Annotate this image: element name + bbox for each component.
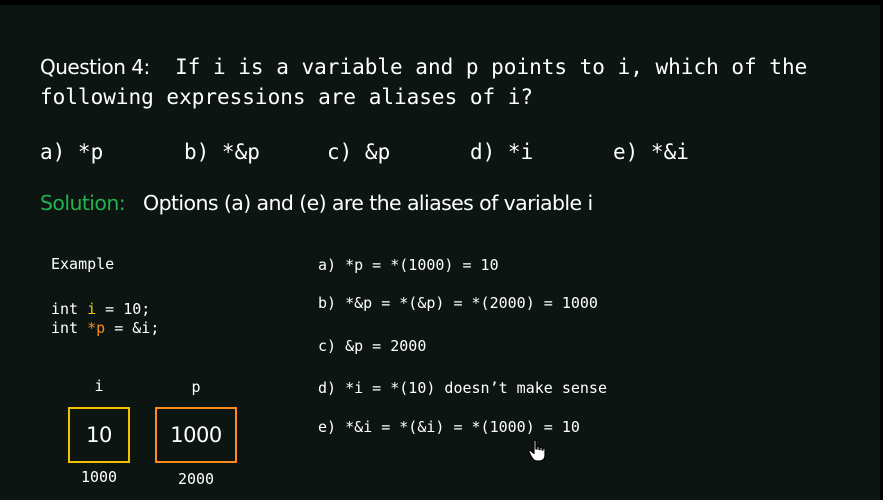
- hand-pointer-icon: [528, 439, 548, 467]
- option-c: c) &p: [327, 140, 391, 164]
- option-d: d) *i: [470, 140, 534, 164]
- code-var-p: *p: [87, 319, 106, 337]
- evaluation-e: e) *&i = *(&i) = *(1000) = 10: [318, 418, 580, 436]
- option-e: e) *&i: [613, 140, 689, 164]
- question-label: Question 4:: [40, 55, 150, 79]
- option-b: b) *&p: [184, 140, 260, 164]
- code-line-1-prefix: int: [51, 300, 88, 318]
- diagram-p-label: p: [191, 378, 201, 396]
- solution-label: Solution:: [40, 191, 126, 215]
- option-a: a) *p: [40, 140, 104, 164]
- code-var-i: i: [87, 300, 97, 318]
- diagram-i-address: 1000: [80, 468, 118, 486]
- example-title: Example: [51, 255, 115, 273]
- evaluation-c: c) &p = 2000: [318, 337, 427, 355]
- evaluation-a: a) *p = *(1000) = 10: [318, 256, 499, 274]
- code-line-2-suffix: = &i;: [105, 319, 160, 337]
- solution: Solution: Options (a) and (e) are the ali…: [40, 191, 593, 215]
- code-line-2: int *p = &i;: [51, 319, 159, 338]
- question: Question 4: If i is a variable and p poi…: [40, 52, 850, 112]
- solution-text: Options (a) and (e) are the aliases of v…: [143, 191, 593, 215]
- diagram-p-box: 1000: [155, 407, 237, 463]
- code-line-2-prefix: int: [51, 319, 88, 337]
- code-line-1: int i = 10;: [51, 300, 150, 319]
- evaluation-d: d) *i = *(10) doesn’t make sense: [318, 379, 607, 397]
- diagram-i-box: 10: [68, 407, 130, 463]
- question-text: If i is a variable and p points to i, wh…: [40, 55, 808, 109]
- evaluation-b: b) *&p = *(&p) = *(2000) = 1000: [318, 294, 598, 312]
- code-line-1-suffix: = 10;: [96, 300, 151, 318]
- diagram-p-address: 2000: [177, 470, 215, 488]
- diagram-i-label: i: [94, 377, 104, 395]
- slide: Question 4: If i is a variable and p poi…: [0, 5, 880, 500]
